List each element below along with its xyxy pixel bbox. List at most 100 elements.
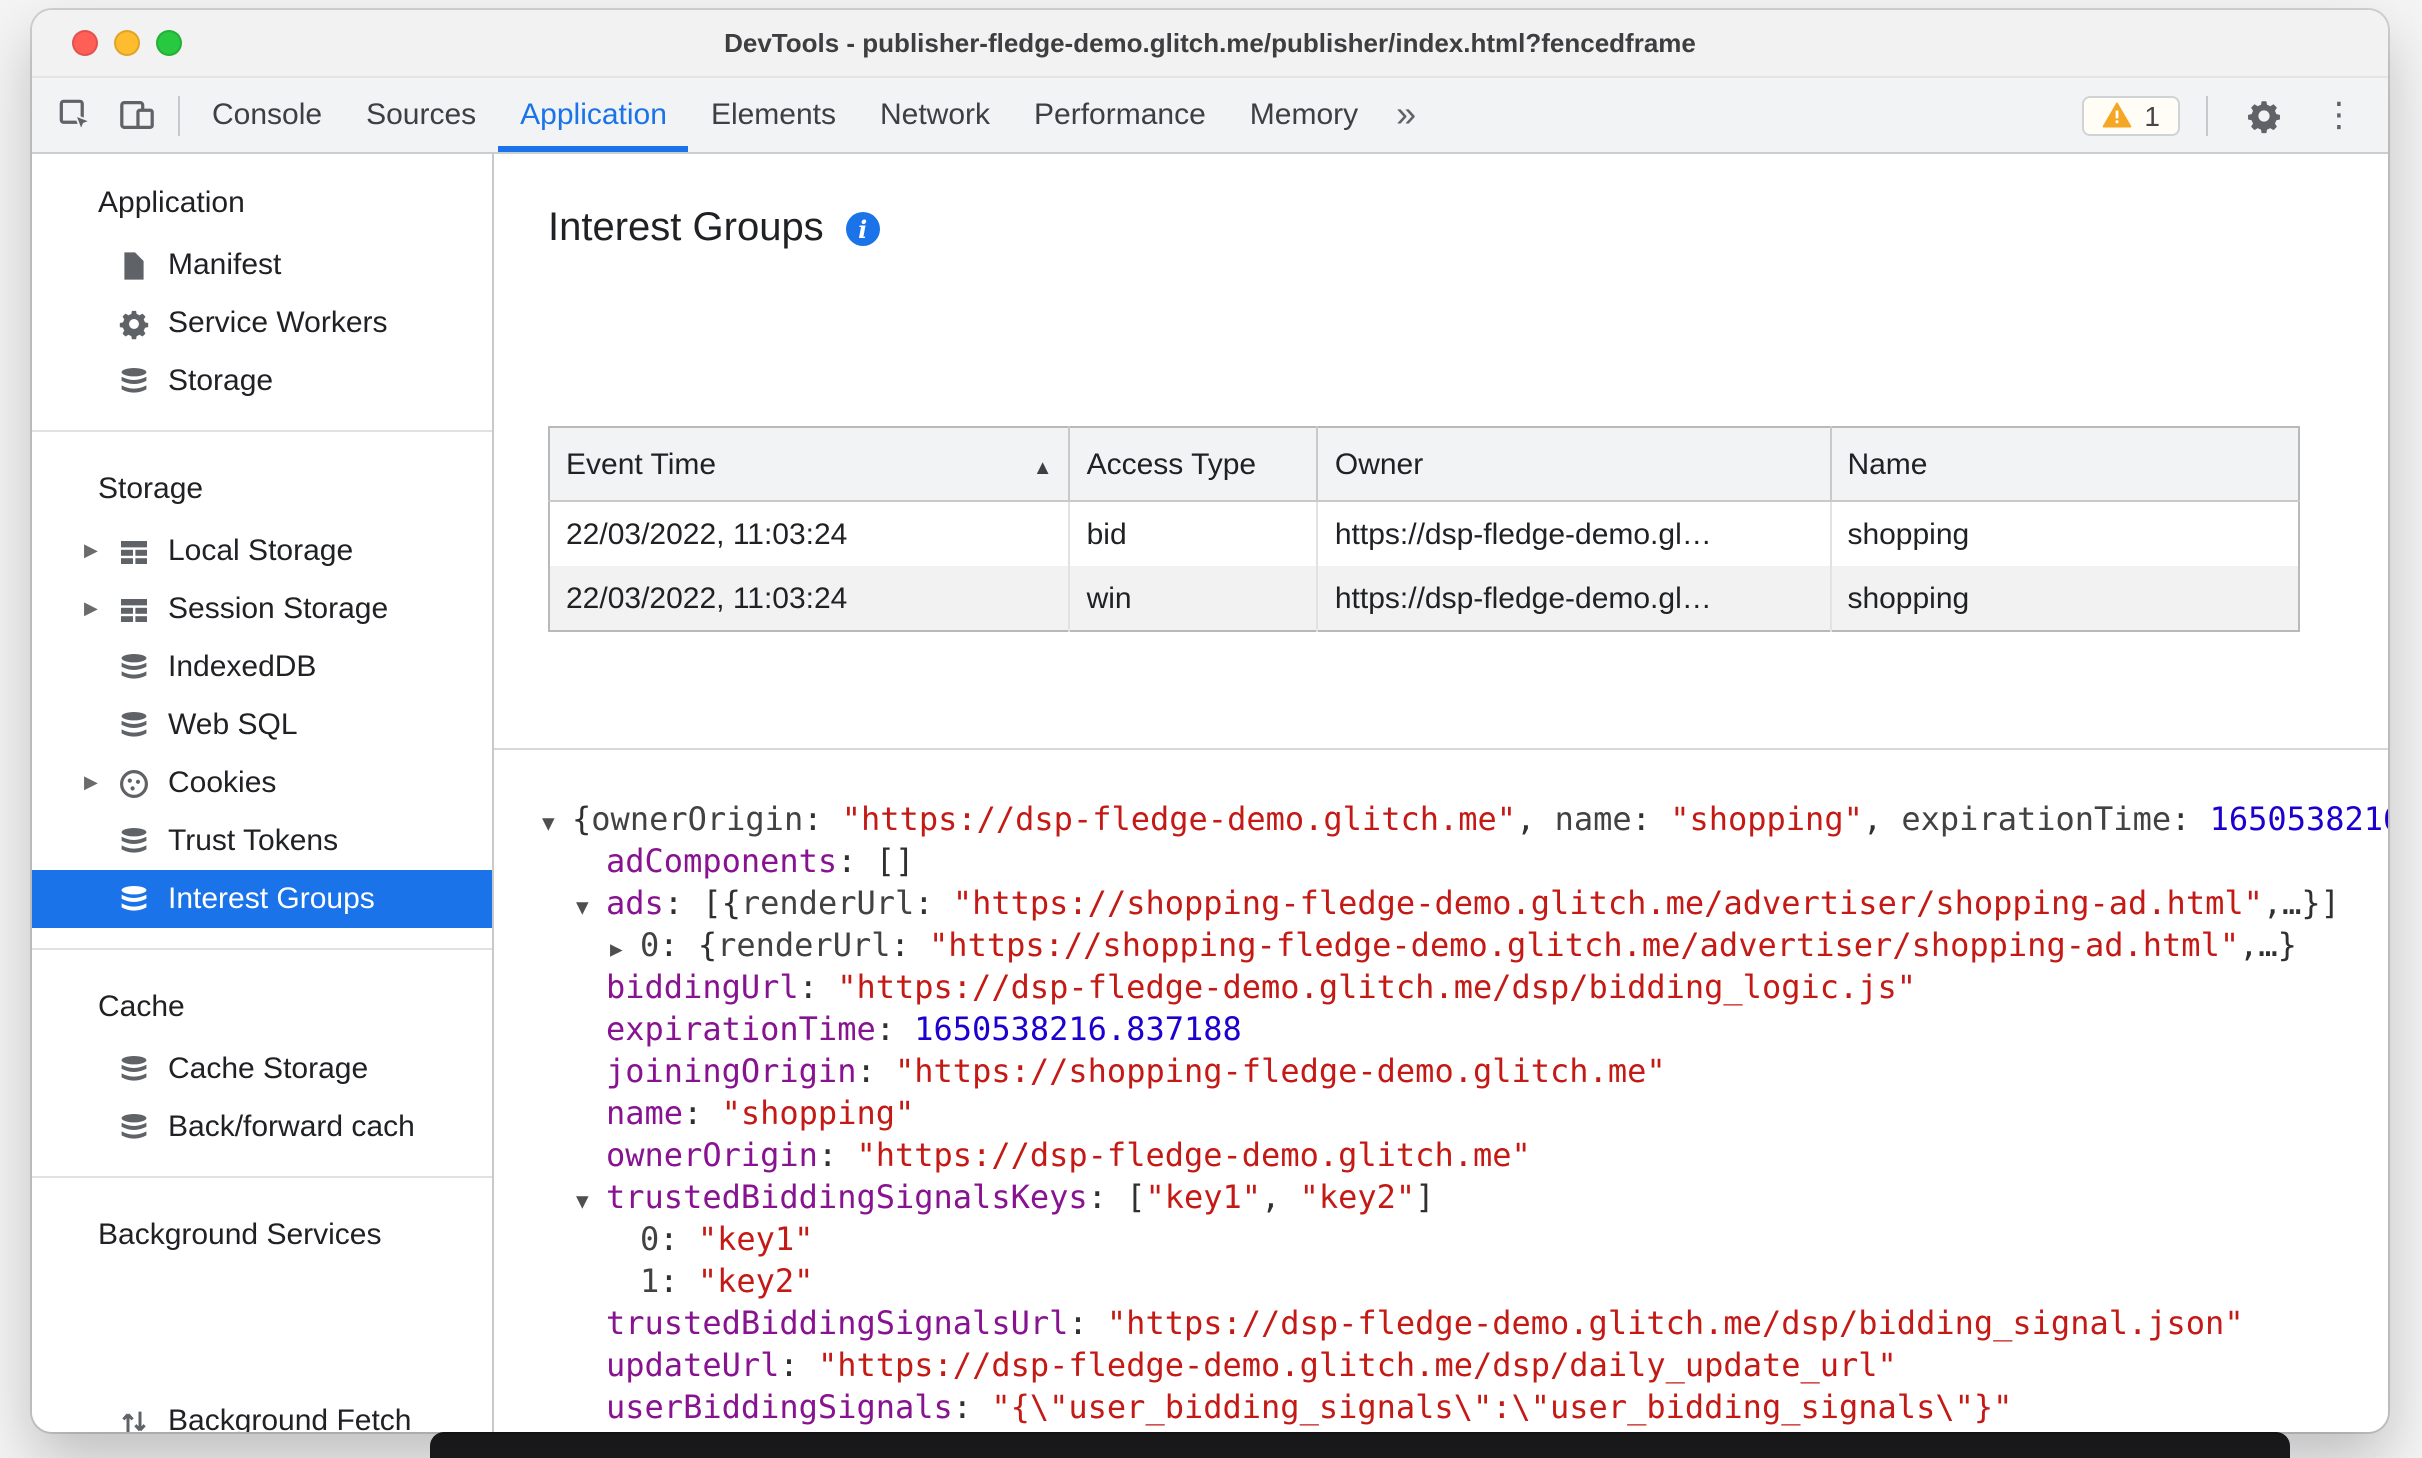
devtools-tabs: Console Sources Application Elements Network… [190,78,1380,152]
tree-line: name: "shopping" [542,1092,2388,1134]
expand-chevron-icon[interactable]: ▶ [84,540,118,562]
gear-icon [118,307,150,339]
minimize-button[interactable] [114,30,140,56]
tree-token: 0 [640,1220,660,1258]
cell-event-time[interactable]: 22/03/2022, 11:03:24 [549,501,1071,566]
tree-line: biddingUrl: "https://dsp-fledge-demo.gli… [542,966,2388,1008]
sidebar-item-label: Storage [168,364,274,398]
cell-event-time[interactable]: 22/03/2022, 11:03:24 [549,566,1071,631]
toolbar-divider [178,95,180,135]
close-button[interactable] [72,30,98,56]
tree-token: : [803,800,842,838]
column-header-owner[interactable]: Owner [1317,427,1832,502]
cell-name[interactable]: shopping [1830,501,2299,566]
cell-access-type[interactable]: bid [1069,501,1319,566]
sidebar-item-service-workers[interactable]: Service Workers [32,294,492,352]
warnings-badge[interactable]: 1 [2082,95,2180,135]
tab-application[interactable]: Application [498,78,690,152]
tree-token: [ [1126,1178,1146,1216]
tree-line: expirationTime: 1650538216.837188 [542,1008,2388,1050]
settings-gear-icon[interactable] [2234,85,2294,145]
tab-network[interactable]: Network [858,78,1012,152]
tree-token: name [1554,800,1632,838]
sidebar-item-label: Web SQL [168,708,298,742]
sidebar-item-cookies[interactable]: ▶ Cookies [32,754,492,812]
tab-performance[interactable]: Performance [1012,78,1228,152]
sidebar-section-title: Cache [98,990,185,1024]
database-icon [118,1111,150,1143]
column-header-name[interactable]: Name [1830,427,2299,502]
tree-line: 0: "key1" [542,1218,2388,1260]
sidebar-item-session-storage[interactable]: ▶ Session Storage [32,580,492,638]
sidebar-item-background-fetch[interactable]: Background Fetch [32,1392,492,1432]
cell-name[interactable]: shopping [1830,566,2299,631]
screenshot-stage: DevTools - publisher-fledge-demo.glitch.… [0,0,2422,1458]
tree-token: renderUrl [717,926,891,964]
sidebar-item-web-sql[interactable]: Web SQL [32,696,492,754]
column-header-access-type[interactable]: Access Type [1069,427,1319,502]
sidebar-item-label: Background Fetch [168,1404,412,1432]
tree-token: : [1068,1304,1107,1342]
cell-owner[interactable]: https://dsp-fledge-demo.gl… [1317,501,1832,566]
tree-token: : [663,884,703,922]
tree-line: trustedBiddingSignalsUrl: "https://dsp-f… [542,1302,2388,1344]
window-titlebar: DevTools - publisher-fledge-demo.glitch.… [32,10,2388,78]
info-icon[interactable] [845,211,880,245]
tree-token: "key2" [697,1262,814,1300]
tree-token: 1 [640,1262,660,1300]
sidebar-item-storage[interactable]: Storage [32,352,492,410]
tab-memory[interactable]: Memory [1228,78,1380,152]
sidebar-item-interest-groups[interactable]: Interest Groups [32,870,492,928]
tree-token: ] [1415,1178,1435,1216]
more-options-icon[interactable]: ⋮ [2310,85,2368,145]
inspect-element-icon[interactable] [44,85,106,145]
warning-count: 1 [2144,99,2160,131]
tree-token: "https://shopping-fledge-demo.glitch.me/… [929,926,2240,964]
sidebar-item-local-storage[interactable]: ▶ Local Storage [32,522,492,580]
sidebar-item-label: Trust Tokens [168,824,339,858]
sidebar-section-title: Background Services [98,1218,382,1252]
tree-token: ownerOrigin [606,1136,818,1174]
database-icon [118,883,150,915]
page-behind-strip [430,1432,2290,1458]
sidebar-item-back-forward-cach[interactable]: Back/forward cach [32,1098,492,1156]
cell-access-type[interactable]: win [1069,566,1319,631]
table-row[interactable]: 22/03/2022, 11:03:24 win https://dsp-fledg… [549,566,2299,631]
tree-token: : [683,1094,722,1132]
tree-token: "https://shopping-fledge-demo.glitch.me" [895,1052,1666,1090]
tree-line: adComponents: [] [542,840,2388,882]
table-row[interactable]: 22/03/2022, 11:03:24 bid https://dsp-fledg… [549,501,2299,566]
tab-elements[interactable]: Elements [689,78,858,152]
sidebar-item-manifest[interactable]: Manifest [32,236,492,294]
cell-owner[interactable]: https://dsp-fledge-demo.gl… [1317,566,1832,631]
table-icon [118,593,150,625]
fullscreen-button[interactable] [156,30,182,56]
tree-token: "https://dsp-fledge-demo.glitch.me" [841,800,1517,838]
tree-token: : [2171,800,2210,838]
window-title: DevTools - publisher-fledge-demo.glitch.… [724,28,1696,58]
tree-line: ▼ trustedBiddingSignalsKeys: ["key1", "ke… [542,1176,2388,1218]
sidebar-item-cache-storage[interactable]: Cache Storage [32,1040,492,1098]
tree-token: ,…} [2239,926,2297,964]
sidebar-item-indexeddb[interactable]: IndexedDB [32,638,492,696]
more-tabs-button[interactable]: » [1380,94,1432,136]
sidebar-item-trust-tokens[interactable]: Trust Tokens [32,812,492,870]
devtools-toolbar: Console Sources Application Elements Network… [32,78,2388,154]
expand-chevron-icon[interactable]: ▶ [84,598,118,620]
tree-token: "https://dsp-fledge-demo.glitch.me/dsp/b… [1106,1304,2244,1342]
tree-token: : [952,1388,992,1426]
tree-token: renderUrl [740,884,915,922]
tree-token: : [914,884,953,922]
expand-chevron-icon[interactable]: ▶ [84,772,118,794]
tab-sources[interactable]: Sources [344,78,498,152]
tree-token: : [817,1136,857,1174]
tree-token: : [1631,800,1671,838]
panel-header: Interest Groups [548,202,2388,254]
tab-console[interactable]: Console [190,78,344,152]
tree-line: 1: "key2" [542,1260,2388,1302]
tree-token: : [798,968,838,1006]
device-toolbar-icon[interactable] [106,85,168,145]
sidebar-item-label: Back/forward cach [168,1110,415,1144]
sidebar-section-application: Application Manifest Service Workers Storag… [32,166,492,410]
column-header-event-time[interactable]: Event Time ▲ [549,427,1071,502]
